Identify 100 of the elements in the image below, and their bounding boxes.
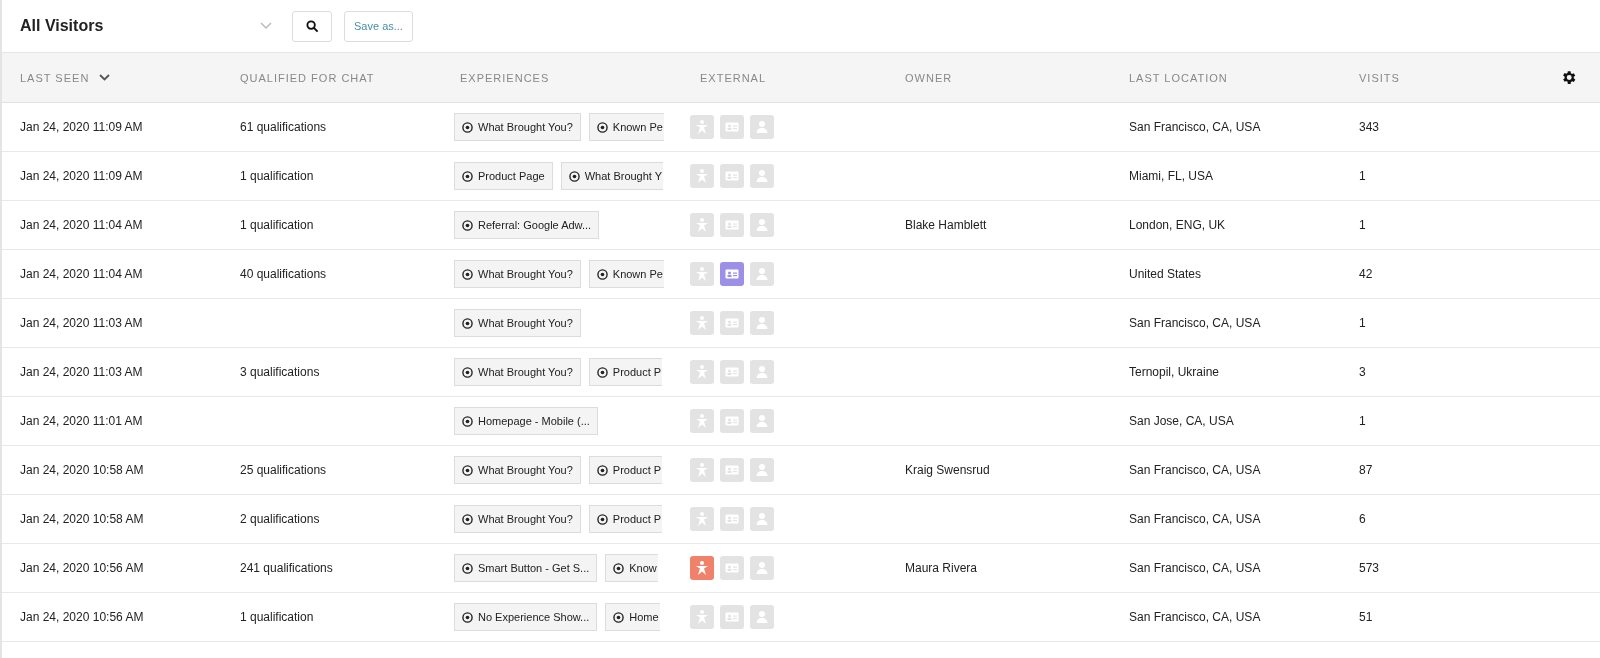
- experience-tag[interactable]: What Brought You?: [454, 260, 581, 288]
- qualifications-cell: 1 qualification: [240, 218, 314, 232]
- target-icon: [568, 170, 580, 182]
- last-seen-cell: Jan 24, 2020 10:56 AM: [20, 561, 144, 575]
- experience-tag[interactable]: Product P: [588, 358, 663, 386]
- person-icon[interactable]: [750, 115, 774, 139]
- experience-tag[interactable]: Product P: [588, 505, 663, 533]
- experience-tag[interactable]: What Brought You?: [454, 113, 581, 141]
- visits-cell: 51: [1359, 610, 1373, 624]
- visits-cell: 573: [1359, 561, 1380, 575]
- person-icon[interactable]: [750, 262, 774, 286]
- experience-tag[interactable]: Home: [605, 603, 660, 631]
- last-seen-cell: Jan 24, 2020 10:56 AM: [20, 610, 144, 624]
- person-icon[interactable]: [750, 311, 774, 335]
- last-seen-cell: Jan 24, 2020 11:09 AM: [20, 169, 143, 183]
- chevron-down-icon[interactable]: [260, 22, 272, 30]
- experience-tag[interactable]: What Brought You?: [454, 309, 581, 337]
- id-card-icon[interactable]: [720, 164, 744, 188]
- save-as-button[interactable]: Save as...: [344, 10, 413, 42]
- last-seen-cell: Jan 24, 2020 10:58 AM: [20, 512, 144, 526]
- target-icon: [596, 121, 608, 133]
- id-card-icon[interactable]: [720, 115, 744, 139]
- id-card-icon[interactable]: [720, 605, 744, 629]
- visits-cell: 1: [1359, 169, 1366, 183]
- experience-tag[interactable]: What Brought You?: [454, 505, 581, 533]
- visits-cell: 3: [1359, 365, 1366, 379]
- visits-cell: 1: [1359, 316, 1366, 330]
- last-seen-cell: Jan 24, 2020 10:58 AM: [20, 463, 144, 477]
- target-icon: [462, 513, 473, 525]
- owner-cell: Maura Rivera: [905, 561, 978, 575]
- person-icon[interactable]: [750, 409, 774, 433]
- visits-cell: 6: [1359, 512, 1366, 526]
- target-icon: [462, 366, 473, 378]
- location-cell: San Francisco, CA, USA: [1129, 120, 1261, 134]
- experience-tag[interactable]: Homepage - Mobile (...: [454, 407, 598, 435]
- id-card-icon[interactable]: [720, 409, 744, 433]
- qualifications-cell: 1 qualification: [240, 610, 314, 624]
- id-card-icon[interactable]: [720, 213, 744, 237]
- last-seen-cell: Jan 24, 2020 11:03 AM: [20, 316, 143, 330]
- qualifications-cell: 25 qualifications: [240, 463, 327, 477]
- visits-cell: 1: [1359, 414, 1366, 428]
- qualifications-cell: 40 qualifications: [240, 267, 327, 281]
- settings-icon[interactable]: [1560, 69, 1577, 86]
- qualifications-cell: 1 qualification: [240, 169, 314, 183]
- id-card-icon[interactable]: [720, 311, 744, 335]
- person-icon[interactable]: [750, 360, 774, 384]
- experience-tag[interactable]: Referral: Google Adw...: [454, 211, 600, 239]
- person-icon[interactable]: [750, 605, 774, 629]
- target-icon: [462, 464, 473, 476]
- target-icon: [462, 170, 473, 182]
- location-cell: Ternopil, Ukraine: [1129, 365, 1220, 379]
- experience-tag[interactable]: No Experience Show...: [454, 603, 598, 631]
- id-card-icon[interactable]: [720, 556, 744, 580]
- qualifications-cell: 3 qualifications: [240, 365, 320, 379]
- target-icon: [462, 121, 473, 133]
- experience-tag[interactable]: What Brought You?: [454, 456, 581, 484]
- target-icon: [462, 415, 473, 427]
- person-icon[interactable]: [750, 213, 774, 237]
- id-card-icon[interactable]: [720, 507, 744, 531]
- person-icon[interactable]: [750, 164, 774, 188]
- id-card-icon[interactable]: [720, 458, 744, 482]
- target-icon: [613, 611, 625, 623]
- target-icon: [596, 366, 608, 378]
- target-icon: [462, 219, 473, 231]
- search-button[interactable]: [292, 10, 332, 42]
- location-cell: San Francisco, CA, USA: [1129, 463, 1261, 477]
- last-seen-cell: Jan 24, 2020 11:04 AM: [20, 267, 143, 281]
- experience-tag[interactable]: Product Page: [454, 162, 553, 190]
- experience-tag[interactable]: What Brought Y: [560, 162, 664, 190]
- qualifications-cell: 241 qualifications: [240, 561, 333, 575]
- person-icon[interactable]: [750, 458, 774, 482]
- experience-tag[interactable]: Product P: [588, 456, 663, 484]
- person-icon[interactable]: [750, 507, 774, 531]
- owner-cell: Blake Hamblett: [905, 218, 987, 232]
- qualifications-cell: 61 qualifications: [240, 120, 327, 134]
- visits-cell: 343: [1359, 120, 1380, 134]
- location-cell: Miami, FL, USA: [1129, 169, 1213, 183]
- id-card-icon[interactable]: [720, 360, 744, 384]
- last-seen-cell: Jan 24, 2020 11:01 AM: [20, 414, 143, 428]
- target-icon: [462, 611, 473, 623]
- view-title: All Visitors: [20, 17, 104, 35]
- search-icon: [305, 19, 319, 33]
- target-icon: [596, 513, 608, 525]
- visits-cell: 42: [1359, 267, 1373, 281]
- location-cell: San Francisco, CA, USA: [1129, 316, 1261, 330]
- person-icon[interactable]: [750, 556, 774, 580]
- location-cell: San Francisco, CA, USA: [1129, 512, 1261, 526]
- sort-chevron-icon[interactable]: [99, 74, 111, 81]
- id-card-icon[interactable]: [720, 262, 744, 286]
- experience-tag[interactable]: Known Pe: [588, 260, 664, 288]
- last-seen-cell: Jan 24, 2020 11:03 AM: [20, 365, 143, 379]
- experience-tag[interactable]: What Brought You?: [454, 358, 581, 386]
- location-cell: London, ENG, UK: [1129, 218, 1226, 232]
- experience-tag[interactable]: Smart Button - Get S...: [454, 554, 598, 582]
- location-cell: San Jose, CA, USA: [1129, 414, 1234, 428]
- qualifications-cell: 2 qualifications: [240, 512, 320, 526]
- target-icon: [462, 562, 473, 574]
- location-cell: United States: [1129, 267, 1202, 281]
- experience-tag[interactable]: Known Pe: [588, 113, 664, 141]
- experience-tag[interactable]: Know: [605, 554, 658, 582]
